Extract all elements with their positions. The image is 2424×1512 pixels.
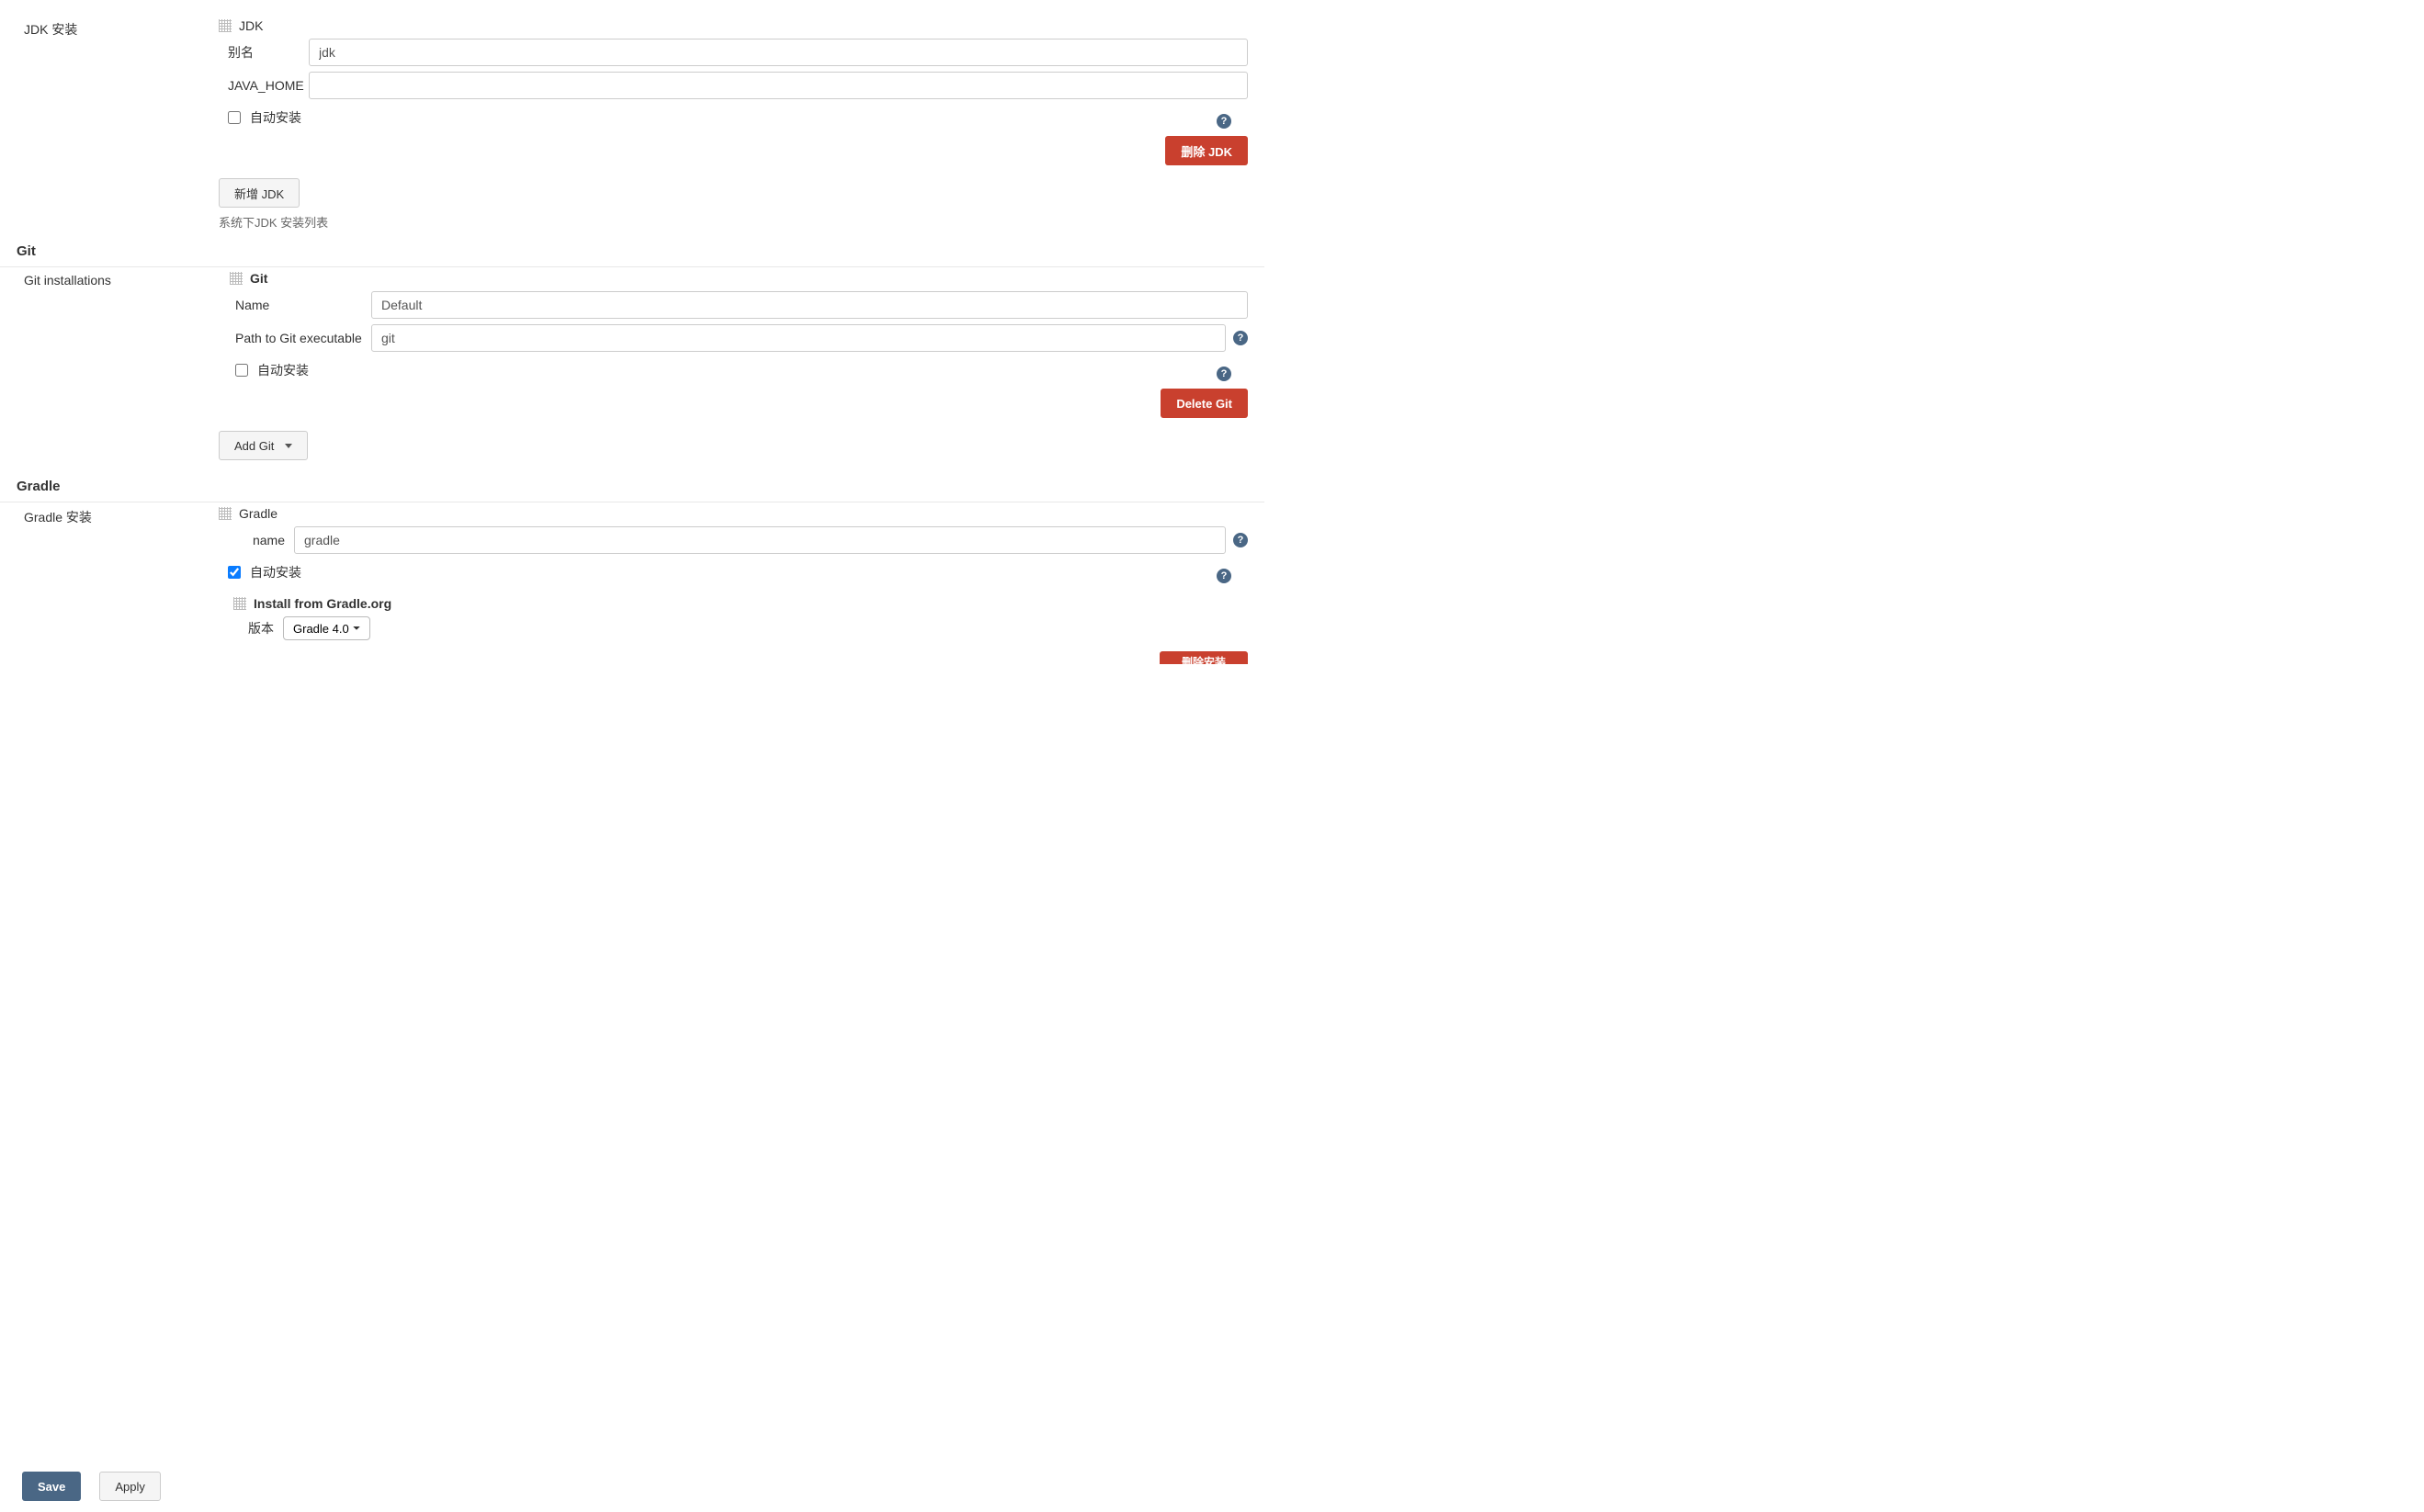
git-path-input[interactable]	[371, 324, 1226, 352]
apply-button[interactable]: Apply	[99, 1472, 161, 1501]
gradle-name-label: name	[219, 533, 294, 547]
jdk-alias-label: 别名	[219, 43, 309, 62]
git-section-label: Git installations	[0, 271, 219, 288]
help-icon[interactable]: ?	[1233, 331, 1248, 345]
gradle-tool-name: Gradle	[239, 506, 278, 521]
save-button[interactable]: Save	[22, 1472, 81, 1501]
drag-handle-icon[interactable]	[233, 597, 246, 610]
jdk-section-label: JDK 安装	[0, 18, 219, 39]
gradle-version-label: 版本	[248, 619, 274, 638]
jdk-javahome-label: JAVA_HOME	[219, 78, 309, 93]
gradle-section-label: Gradle 安装	[0, 506, 219, 526]
jdk-helper-text: 系统下JDK 安装列表	[219, 213, 1248, 231]
drag-handle-icon[interactable]	[219, 507, 232, 520]
jdk-javahome-input[interactable]	[309, 72, 1248, 99]
help-icon[interactable]: ?	[1233, 533, 1248, 547]
git-auto-install-label: 自动安装	[257, 361, 309, 379]
gradle-name-input[interactable]	[294, 526, 1226, 554]
delete-git-button[interactable]: Delete Git	[1161, 389, 1248, 418]
git-section-title: Git	[0, 238, 1264, 267]
jdk-auto-install-label: 自动安装	[250, 108, 301, 127]
git-path-label: Path to Git executable	[219, 331, 371, 345]
gradle-section-title: Gradle	[0, 473, 1264, 502]
gradle-auto-install-label: 自动安装	[250, 563, 301, 581]
help-icon[interactable]: ?	[1217, 114, 1231, 129]
footer-actions: Save Apply	[0, 1461, 2424, 1512]
git-name-input[interactable]	[371, 291, 1248, 319]
drag-handle-icon[interactable]	[230, 272, 243, 285]
add-jdk-button[interactable]: 新增 JDK	[219, 178, 300, 208]
delete-installer-button[interactable]: 删除安装	[1160, 651, 1248, 664]
git-name-label: Name	[219, 298, 371, 312]
delete-jdk-button[interactable]: 删除 JDK	[1165, 136, 1248, 165]
gradle-version-select[interactable]: Gradle 4.0	[283, 616, 370, 640]
jdk-auto-install-checkbox[interactable]	[228, 111, 241, 124]
drag-handle-icon[interactable]	[219, 19, 232, 32]
help-icon[interactable]: ?	[1217, 569, 1231, 583]
jdk-tool-name: JDK	[239, 18, 263, 33]
gradle-installer-title: Install from Gradle.org	[254, 596, 391, 611]
jdk-alias-input[interactable]	[309, 39, 1248, 66]
git-auto-install-checkbox[interactable]	[235, 364, 248, 377]
help-icon[interactable]: ?	[1217, 367, 1231, 381]
gradle-auto-install-checkbox[interactable]	[228, 566, 241, 579]
git-tool-name: Git	[250, 271, 267, 286]
add-git-button[interactable]: Add Git	[219, 431, 308, 460]
